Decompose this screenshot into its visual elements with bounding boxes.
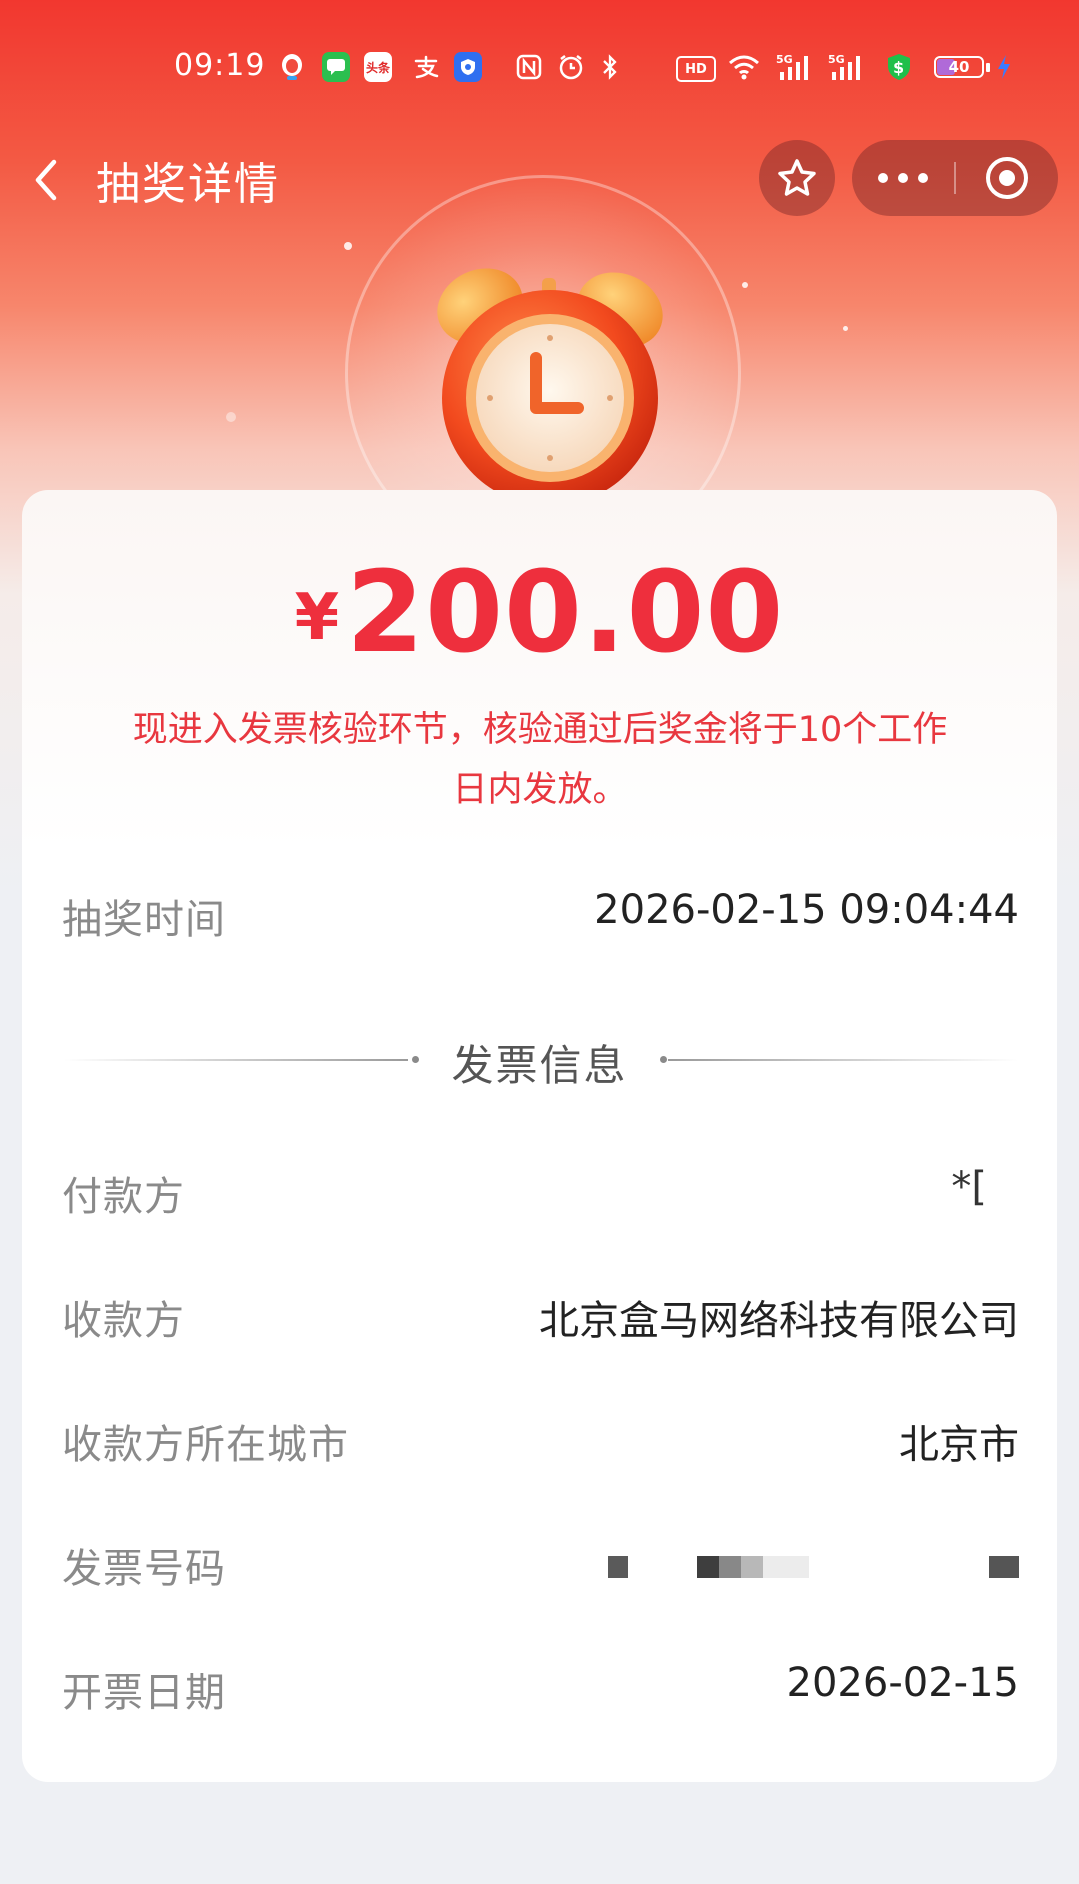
divider-dot <box>660 1056 667 1063</box>
redaction-block <box>989 1556 1019 1578</box>
sparkle <box>843 326 848 331</box>
redaction-block <box>741 1556 763 1578</box>
close-mini-program-button[interactable] <box>956 140 1058 216</box>
battery-icon: 40 <box>934 56 984 78</box>
battery-tip <box>986 63 990 72</box>
section-title: 发票信息 <box>451 1041 628 1090</box>
signal-5g-icon: 5G <box>828 52 868 82</box>
alarm-clock-illustration <box>437 268 663 498</box>
redaction-block <box>763 1556 809 1578</box>
mini-program-capsule <box>852 140 1058 216</box>
page-title: 抽奖详情 <box>96 159 280 210</box>
draw-time-label: 抽奖时间 <box>62 897 226 943</box>
alarm-icon <box>556 52 586 82</box>
messages-icon <box>322 52 350 82</box>
amount-value: 200.00 <box>346 548 785 678</box>
divider-right <box>668 1059 1018 1061</box>
redaction-block <box>697 1556 719 1578</box>
charging-icon <box>994 52 1014 82</box>
alipay-icon <box>412 52 440 82</box>
qq-icon <box>278 52 306 82</box>
toutiao-icon: 头条 <box>364 52 392 82</box>
more-button[interactable] <box>852 140 954 216</box>
prize-notice: 现进入发票核验环节，核验通过后奖金将于10个工作日内发放。 <box>132 710 948 810</box>
svg-text:$: $ <box>893 58 904 77</box>
draw-time-value: 2026-02-15 09:04:44 <box>594 887 1019 933</box>
redaction-block <box>719 1556 741 1578</box>
invoice-number-label: 发票号码 <box>62 1546 226 1592</box>
invoice-date-label: 开票日期 <box>62 1670 226 1716</box>
bluetooth-icon <box>598 52 622 82</box>
sparkle <box>226 412 236 422</box>
payer-value: *[ <box>951 1164 987 1210</box>
svg-text:5G: 5G <box>828 53 845 66</box>
star-icon <box>778 159 816 196</box>
redaction-block <box>608 1556 628 1578</box>
more-icon <box>878 173 928 183</box>
payee-city-label: 收款方所在城市 <box>62 1422 349 1468</box>
hd-icon: HD <box>676 56 716 82</box>
status-time: 09:19 <box>174 48 266 83</box>
currency-symbol: ¥ <box>294 581 341 655</box>
chevron-left-icon <box>35 159 57 201</box>
payee-value: 北京盒马网络科技有限公司 <box>539 1298 1019 1344</box>
battery-label: 40 <box>948 58 970 76</box>
vpn-shield-icon <box>454 52 482 82</box>
payer-label: 付款方 <box>62 1174 185 1220</box>
sparkle <box>742 282 748 288</box>
back-button[interactable] <box>24 150 72 210</box>
nfc-icon <box>514 52 544 82</box>
target-close-icon <box>986 157 1028 199</box>
sparkle <box>344 242 352 250</box>
prize-amount: ¥200.00 <box>0 548 1079 678</box>
svg-text:5G: 5G <box>776 53 793 66</box>
signal-5g-icon: 5G <box>776 52 816 82</box>
invoice-date-value: 2026-02-15 <box>786 1660 1019 1706</box>
status-bar: 09:19 头条 HD 5G 5G $ 40 <box>0 44 1079 92</box>
favorite-button[interactable] <box>759 140 835 216</box>
payee-city-value: 北京市 <box>899 1422 1019 1468</box>
payee-label: 收款方 <box>62 1298 185 1344</box>
money-shield-icon: $ <box>884 52 914 82</box>
wifi-icon <box>726 52 762 82</box>
